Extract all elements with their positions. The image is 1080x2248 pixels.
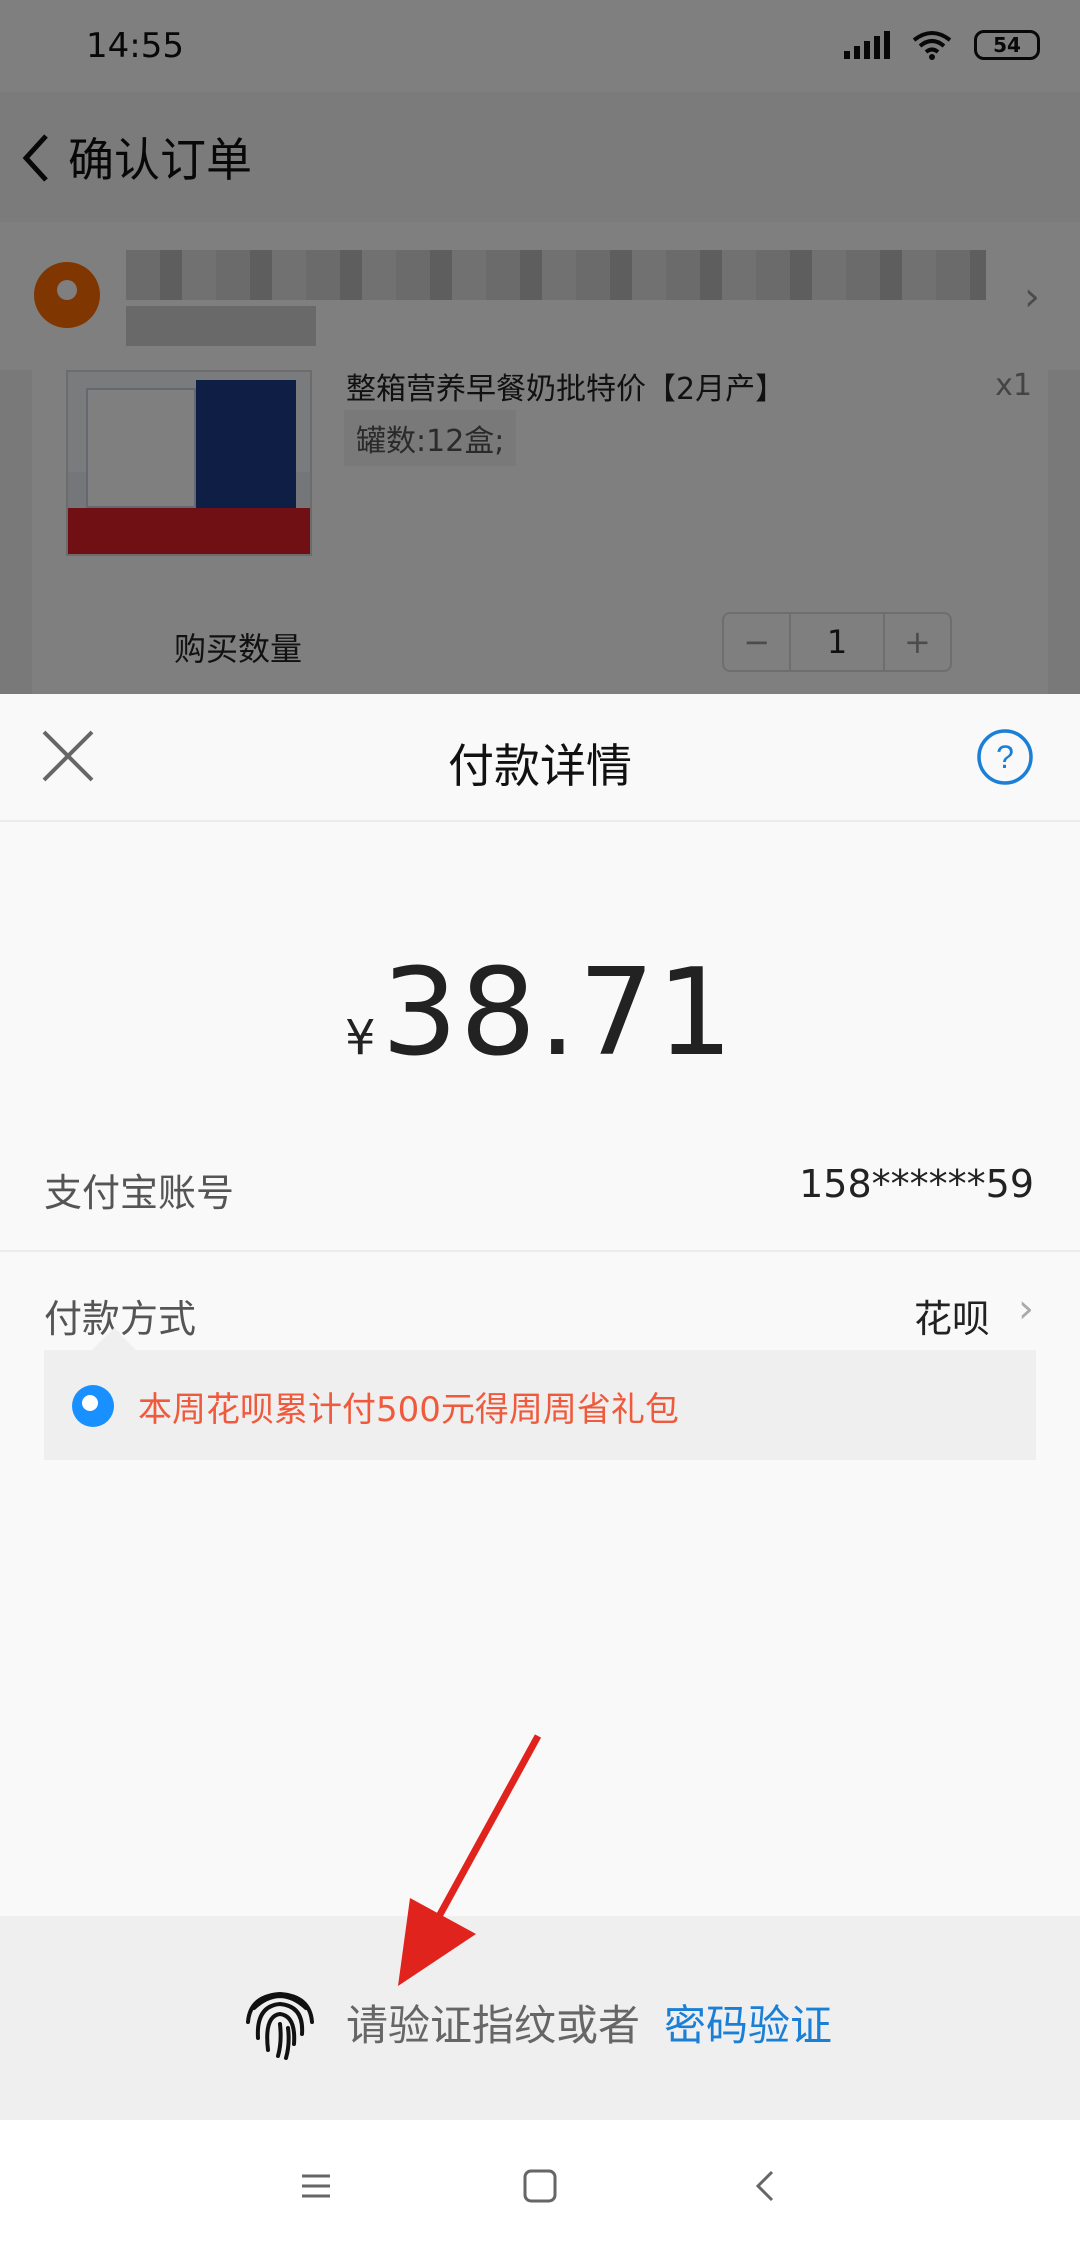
account-row: 支付宝账号 158******59 — [0, 1126, 1080, 1252]
chevron-right-icon: › — [1018, 1286, 1034, 1332]
sheet-title: 付款详情 — [448, 739, 632, 793]
account-label: 支付宝账号 — [44, 1171, 235, 1215]
fingerprint-icon[interactable] — [238, 1978, 322, 2062]
currency-symbol: ¥ — [344, 1010, 376, 1066]
method-value: 花呗 — [913, 1297, 990, 1341]
password-verify-link[interactable]: 密码验证 — [664, 1992, 832, 2053]
system-nav-bar — [0, 2120, 1080, 2248]
verify-prompt: 请验证指纹或者 — [346, 2001, 641, 2050]
account-value: 158******59 — [799, 1162, 1034, 1206]
promo-banner[interactable]: 本周花呗累计付500元得周周省礼包 — [44, 1328, 1036, 1460]
arrow-annotation-icon — [398, 1734, 542, 1986]
payment-amount: ¥38.71 — [0, 944, 1080, 1083]
back-nav-icon[interactable] — [740, 2160, 792, 2212]
amount-value: 38.71 — [381, 944, 736, 1083]
menu-icon[interactable] — [290, 2160, 342, 2212]
home-icon[interactable] — [514, 2160, 566, 2212]
promo-text: 本周花呗累计付500元得周周省礼包 — [138, 1390, 679, 1430]
sheet-header: 付款详情 ? — [0, 694, 1080, 822]
help-icon[interactable]: ? — [976, 728, 1034, 786]
svg-text:?: ? — [996, 739, 1014, 775]
huabei-icon — [72, 1385, 114, 1427]
